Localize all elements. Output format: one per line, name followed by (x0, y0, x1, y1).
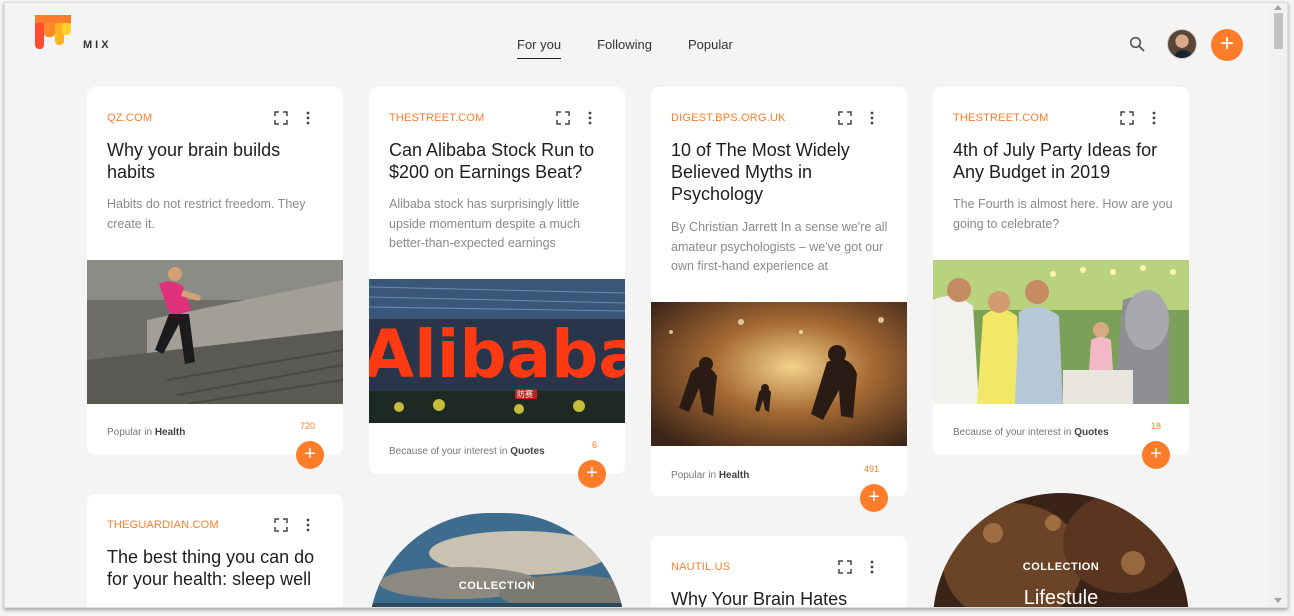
card-add-button[interactable]: + (1142, 441, 1170, 469)
card-title[interactable]: Can Alibaba Stock Run to $200 on Earning… (389, 139, 614, 183)
card-reason: Because of your interest in Quotes (389, 446, 545, 457)
tab-popular[interactable]: Popular (688, 37, 733, 59)
card-reason: Popular in Health (671, 470, 750, 481)
like-count: 720 (299, 421, 315, 431)
card-description: Habits do not restrict freedom. They cre… (107, 197, 306, 231)
more-options-icon[interactable] (305, 518, 311, 532)
mix-logo[interactable] (33, 15, 73, 55)
card-image-alibaba[interactable]: Alibaba 防赛 (369, 279, 625, 423)
collection-title[interactable]: Lifestule (933, 587, 1189, 607)
article-card[interactable]: NAUTIL.US Why Your Brain Hates (651, 536, 907, 607)
expand-icon[interactable] (1120, 111, 1134, 125)
collection-label: COLLECTION (1022, 561, 1100, 573)
avatar[interactable] (1167, 29, 1197, 59)
card-title[interactable]: Why your brain builds habits (107, 139, 332, 183)
card-title[interactable]: Why Your Brain Hates (671, 588, 896, 607)
card-image-running-people[interactable] (651, 302, 907, 446)
tab-for-you[interactable]: For you (517, 37, 562, 59)
like-count: 491 (863, 464, 879, 474)
article-card[interactable]: THESTREET.COM Can Alibaba Stock Run to $… (369, 87, 625, 488)
expand-icon[interactable] (838, 560, 852, 574)
collection-card[interactable]: COLLECTION (369, 513, 625, 607)
brand-name: MIX (83, 39, 112, 51)
card-source[interactable]: THEGUARDIAN.COM (107, 519, 219, 531)
card-description: Alibaba stock has surprisingly little up… (389, 197, 581, 250)
card-source[interactable]: THESTREET.COM (389, 112, 485, 124)
card-source[interactable]: NAUTIL.US (671, 561, 730, 573)
card-source[interactable]: QZ.COM (107, 112, 152, 124)
card-title[interactable]: The best thing you can do for your healt… (107, 546, 332, 590)
article-card[interactable]: DIGEST.BPS.ORG.UK 10 of The Most Widely … (651, 87, 907, 512)
more-options-icon[interactable] (587, 111, 593, 125)
expand-icon[interactable] (556, 111, 570, 125)
expand-icon[interactable] (274, 111, 288, 125)
card-description: By Christian Jarrett In a sense we're al… (671, 220, 888, 273)
card-add-button[interactable]: + (296, 441, 324, 469)
card-add-button[interactable]: + (578, 460, 606, 488)
card-reason: Popular in Health (107, 427, 186, 438)
more-options-icon[interactable] (869, 560, 875, 574)
like-count: 6 (591, 440, 597, 450)
article-card[interactable]: QZ.COM Why your brain builds habits Habi… (87, 87, 343, 469)
card-reason: Because of your interest in Quotes (953, 427, 1109, 438)
collection-label: COLLECTION (458, 580, 536, 592)
tab-following[interactable]: Following (597, 37, 652, 59)
browser-viewport: MIX For you Following Popular + QZ.COM W… (4, 2, 1288, 608)
vertical-scrollbar[interactable] (1270, 3, 1287, 607)
scroll-down-arrow-icon[interactable] (1274, 598, 1282, 603)
collection-card[interactable]: COLLECTION Lifestule (933, 493, 1189, 607)
expand-icon[interactable] (274, 518, 288, 532)
collection-image-sky (369, 513, 625, 607)
card-description: The Fourth is almost here. How are you g… (953, 197, 1173, 231)
card-title[interactable]: 10 of The Most Widely Believed Myths in … (671, 139, 896, 205)
add-button[interactable]: + (1211, 29, 1243, 61)
card-image-runner[interactable] (87, 260, 343, 404)
more-options-icon[interactable] (305, 111, 311, 125)
image-brand-text: Alibaba (369, 316, 625, 393)
card-source[interactable]: DIGEST.BPS.ORG.UK (671, 112, 786, 124)
card-add-button[interactable]: + (860, 484, 888, 512)
card-image-party[interactable] (933, 260, 1189, 404)
main-nav: For you Following Popular (517, 37, 769, 59)
more-options-icon[interactable] (1151, 111, 1157, 125)
like-count: 18 (1150, 421, 1161, 431)
scrollbar-thumb[interactable] (1274, 13, 1283, 49)
card-title[interactable]: 4th of July Party Ideas for Any Budget i… (953, 139, 1178, 183)
article-card[interactable]: THEGUARDIAN.COM The best thing you can d… (87, 494, 343, 607)
scroll-up-arrow-icon[interactable] (1274, 5, 1282, 10)
search-icon[interactable] (1129, 36, 1145, 52)
image-sign-text: 防赛 (517, 389, 533, 399)
card-source[interactable]: THESTREET.COM (953, 112, 1049, 124)
article-card[interactable]: THESTREET.COM 4th of July Party Ideas fo… (933, 87, 1189, 469)
expand-icon[interactable] (838, 111, 852, 125)
more-options-icon[interactable] (869, 111, 875, 125)
